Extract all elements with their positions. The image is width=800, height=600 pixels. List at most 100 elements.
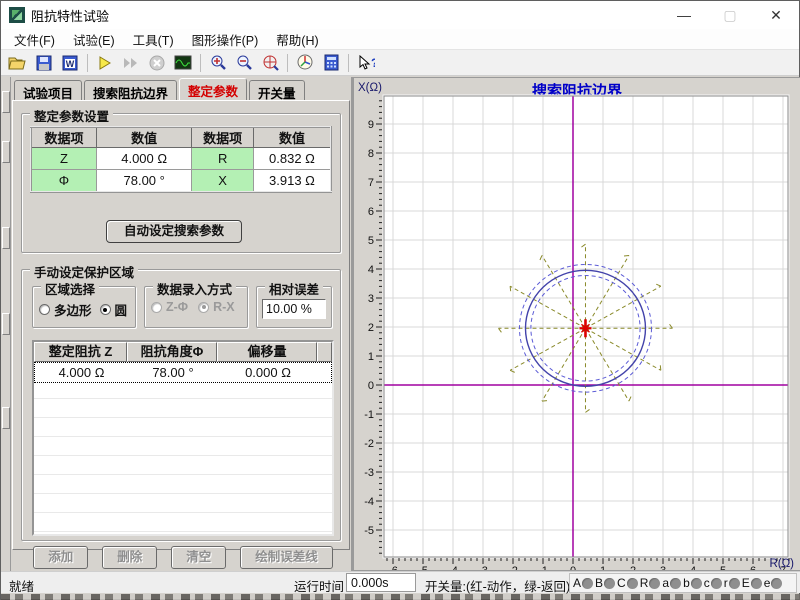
param-value-cell[interactable]: 0.832 Ω [253,148,331,170]
zone-list-row[interactable]: 4.000 Ω 78.00 ° 0.000 Ω [34,362,332,383]
zoom-in-icon[interactable] [205,52,231,74]
menu-bar: 文件(F) 试验(E) 工具(T) 图形操作(P) 帮助(H) [1,29,799,50]
param-value-cell[interactable]: 4.000 Ω [96,148,191,170]
close-button[interactable]: ✕ [753,1,799,29]
tab-switches[interactable]: 开关量 [249,80,305,100]
dock-handle[interactable] [2,227,10,249]
impedance-chart-panel: 搜索阻抗边界 X(Ω) -6-5-4-3-2-101234567-5-4-3-2… [353,77,800,571]
waveform-icon[interactable] [170,52,196,74]
led-a: a [662,576,681,590]
clipped-text-row [1,594,800,600]
svg-text:?: ? [371,56,375,70]
led-dot-icon [751,578,762,589]
maximize-button[interactable]: ▢ [707,1,753,29]
dock-handle[interactable] [2,141,10,163]
led-dot-icon [729,578,740,589]
x-axis-label: R(Ω) [769,558,794,570]
radio-polygon[interactable]: 多边形 [39,300,92,319]
menu-help[interactable]: 帮助(H) [267,28,327,51]
toolbar-separator [287,54,288,72]
title-bar: 阻抗特性试验 — ▢ ✕ [1,1,799,29]
led-r: r [724,576,740,590]
entry-mode-group: 数据录入方式 Z-Φ R-X [144,286,248,328]
svg-text:6: 6 [368,206,374,218]
svg-text:2: 2 [630,565,636,570]
col-header: 偏移量 [217,342,317,362]
add-button[interactable]: 添加 [33,546,88,569]
menu-file[interactable]: 文件(F) [5,28,64,51]
led-E: E [742,576,762,590]
export-word-icon[interactable]: W [57,52,83,74]
zone-select-title: 区域选择 [41,279,99,298]
led-dot-icon [649,578,660,589]
svg-text:7: 7 [368,177,374,189]
col-header: 整定阻抗 Z [34,342,127,362]
clear-button[interactable]: 清空 [171,546,226,569]
tab-search-boundary[interactable]: 搜索阻抗边界 [84,80,177,100]
main-area: 试验项目 搜索阻抗边界 整定参数 开关量 整定参数设置 数据项 数值 数据项 数… [1,77,800,571]
svg-text:-2: -2 [508,565,518,570]
led-B: B [595,576,615,590]
open-icon[interactable] [5,52,31,74]
zone-select-group: 区域选择 多边形 圆 [32,286,136,328]
led-b: b [683,576,702,590]
col-header: 阻抗角度Φ [127,342,217,362]
svg-text:-4: -4 [364,496,374,508]
menu-test[interactable]: 试验(E) [64,28,124,51]
dock-handle[interactable] [2,313,10,335]
dock-handle[interactable] [2,91,10,113]
radio-circle[interactable]: 圆 [100,300,128,319]
svg-text:0: 0 [570,565,576,570]
menu-graph-ops[interactable]: 图形操作(P) [183,28,268,51]
col-header [317,342,332,362]
svg-text:-2: -2 [364,438,374,450]
zoom-out-icon[interactable] [231,52,257,74]
start-test-icon[interactable] [92,52,118,74]
delete-button[interactable]: 删除 [102,546,157,569]
setting-params-group-title: 整定参数设置 [30,106,113,125]
continue-icon[interactable] [118,52,144,74]
radio-z-phi: Z-Φ [151,300,188,314]
radio-label: Z-Φ [166,300,188,314]
context-help-icon[interactable]: ? [353,52,379,74]
param-value-cell[interactable]: 78.00 ° [96,170,191,192]
led-dot-icon [627,578,638,589]
table-row[interactable]: Φ 78.00 ° X 3.913 Ω [31,170,331,192]
svg-text:-5: -5 [364,525,374,537]
led-dot-icon [670,578,681,589]
impedance-plot[interactable]: -6-5-4-3-2-101234567-5-4-3-2-10123456789 [354,78,800,570]
switch-legend-text: 开关量:(红-动作，绿-返回) [425,576,570,595]
col-header: 数值 [253,127,331,148]
docked-toolbar-strip [1,77,11,571]
relative-error-input[interactable]: 10.00 % [262,299,326,319]
param-value-cell[interactable]: 3.913 Ω [253,170,331,192]
tab-test-items[interactable]: 试验项目 [14,80,82,100]
setting-params-group: 整定参数设置 数据项 数值 数据项 数值 Z 4.000 Ω R 0.832 Ω [21,113,341,253]
window-title: 阻抗特性试验 [31,6,109,25]
save-icon[interactable] [31,52,57,74]
svg-text:8: 8 [368,148,374,160]
dock-handle[interactable] [2,407,10,429]
draw-error-line-button[interactable]: 绘制误差线 [240,546,333,569]
stop-icon[interactable] [144,52,170,74]
tab-bar: 试验项目 搜索阻抗边界 整定参数 开关量 [14,80,307,100]
toolbar-separator [348,54,349,72]
zone-list[interactable]: 整定阻抗 Z 阻抗角度Φ 偏移量 4.000 Ω 78.00 ° 0.000 Ω [32,340,334,536]
svg-text:4: 4 [690,565,696,570]
led-c: c [704,576,722,590]
menu-tools[interactable]: 工具(T) [124,28,183,51]
svg-text:-3: -3 [364,467,374,479]
minimize-button[interactable]: — [661,1,707,29]
zoom-reset-icon[interactable] [257,52,283,74]
svg-text:-3: -3 [478,565,488,570]
auto-set-search-params-button[interactable]: 自动设定搜索参数 [106,220,242,243]
radio-circle-icon [198,302,209,313]
zone-offset-cell: 0.000 Ω [218,363,318,382]
table-row[interactable]: Z 4.000 Ω R 0.832 Ω [31,148,331,170]
tab-setting-params[interactable]: 整定参数 [179,78,247,100]
phasor-icon[interactable] [292,52,318,74]
svg-text:5: 5 [720,565,726,570]
calculator-icon[interactable] [318,52,344,74]
col-header: 数据项 [192,127,254,148]
svg-text:-5: -5 [418,565,428,570]
